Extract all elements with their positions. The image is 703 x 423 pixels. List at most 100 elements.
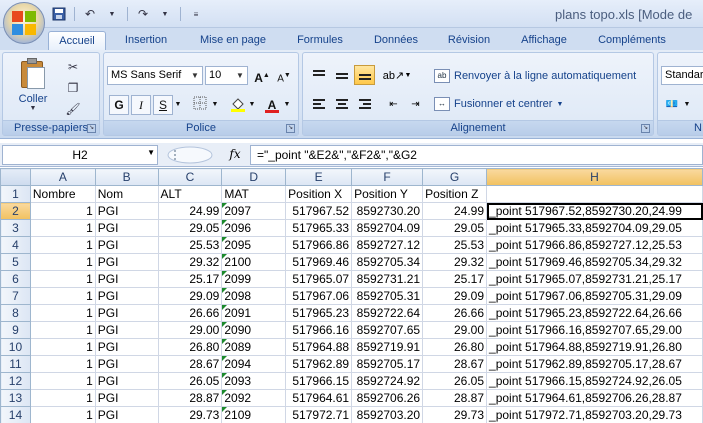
name-box[interactable]: H2 ▼ — [2, 145, 158, 165]
cell[interactable]: 8592704.09 — [351, 219, 424, 237]
cell[interactable]: 2098 — [221, 287, 287, 305]
align-center-icon[interactable] — [331, 94, 352, 114]
customize-qat-icon[interactable]: ≡ — [187, 5, 205, 23]
tab-complements[interactable]: Compléments — [590, 31, 674, 50]
cell[interactable]: 29.05 — [422, 219, 488, 237]
orientation-dropdown-icon[interactable]: ▼ — [403, 65, 413, 85]
tab-revision[interactable]: Révision — [438, 31, 500, 50]
cell[interactable]: PGI — [94, 236, 159, 254]
column-header-c[interactable]: C — [157, 168, 223, 186]
cell[interactable]: 8592705.31 — [351, 287, 424, 305]
undo-icon[interactable]: ↶ — [81, 5, 99, 23]
cell[interactable]: 517966.86 — [285, 236, 353, 254]
wrap-text-button[interactable]: ab Renvoyer à la ligne automatiquement — [434, 69, 636, 83]
cell[interactable]: PGI — [94, 202, 159, 220]
cell[interactable]: PGI — [94, 219, 159, 237]
cell[interactable]: 28.67 — [157, 355, 223, 373]
cell[interactable]: PGI — [94, 372, 159, 390]
cell[interactable]: 8592707.65 — [351, 321, 424, 339]
font-color-dropdown-icon[interactable]: ▼ — [282, 95, 292, 115]
row-header[interactable]: 7 — [0, 287, 31, 305]
cell[interactable]: 29.09 — [422, 287, 488, 305]
cell[interactable]: MAT — [221, 185, 287, 203]
column-header-e[interactable]: E — [285, 168, 353, 186]
cell[interactable]: 1 — [29, 389, 96, 407]
copy-icon[interactable]: ❐ — [65, 80, 81, 96]
cell[interactable]: PGI — [94, 270, 159, 288]
cell[interactable]: 517965.07 — [285, 270, 353, 288]
tab-accueil[interactable]: Accueil — [48, 31, 106, 50]
cell[interactable]: 1 — [29, 287, 96, 305]
cell[interactable]: 8592719.91 — [351, 338, 424, 356]
cell[interactable]: _point 517965.23,8592722.64,26.66 — [486, 304, 703, 322]
cell[interactable]: 1 — [29, 372, 96, 390]
underline-dropdown-icon[interactable]: ▼ — [173, 95, 183, 115]
align-left-icon[interactable] — [308, 94, 329, 114]
save-icon[interactable] — [50, 5, 68, 23]
cell[interactable]: 8592706.26 — [351, 389, 424, 407]
cell[interactable]: 2090 — [221, 321, 287, 339]
italic-button[interactable]: I — [131, 95, 151, 115]
cell[interactable]: 1 — [29, 321, 96, 339]
borders-dropdown-icon[interactable]: ▼ — [210, 95, 220, 115]
cut-icon[interactable]: ✂ — [65, 59, 81, 75]
cell[interactable]: 26.05 — [422, 372, 488, 390]
align-bottom-icon[interactable] — [354, 65, 375, 85]
cell[interactable]: 2093 — [221, 372, 287, 390]
cell[interactable]: 2095 — [221, 236, 287, 254]
row-header[interactable]: 13 — [0, 389, 31, 407]
cell[interactable]: PGI — [94, 287, 159, 305]
cell[interactable]: PGI — [94, 338, 159, 356]
cell[interactable]: 517972.71 — [285, 406, 353, 423]
row-header[interactable]: 10 — [0, 338, 31, 356]
underline-button[interactable]: S — [153, 95, 173, 115]
align-top-icon[interactable] — [308, 65, 329, 85]
cell[interactable]: 517967.06 — [285, 287, 353, 305]
cell[interactable]: 2091 — [221, 304, 287, 322]
cell[interactable]: 8592730.20 — [351, 202, 424, 220]
cell[interactable]: Nom — [94, 185, 159, 203]
row-header[interactable]: 12 — [0, 372, 31, 390]
formula-resize-handle-icon[interactable] — [165, 145, 215, 165]
cell[interactable]: 29.32 — [157, 253, 223, 271]
cell[interactable]: 8592727.12 — [351, 236, 424, 254]
paste-dropdown-icon[interactable]: ▼ — [13, 105, 53, 112]
cell[interactable]: 517964.88 — [285, 338, 353, 356]
font-color-icon[interactable]: A — [262, 95, 282, 115]
cell[interactable]: 2089 — [221, 338, 287, 356]
row-header[interactable]: 14 — [0, 406, 31, 423]
cell[interactable]: 26.05 — [157, 372, 223, 390]
row-header[interactable]: 6 — [0, 270, 31, 288]
cell[interactable]: PGI — [94, 389, 159, 407]
cell[interactable]: 29.05 — [157, 219, 223, 237]
undo-dropdown-icon[interactable]: ▼ — [103, 5, 121, 23]
cell[interactable]: ALT — [157, 185, 223, 203]
row-header[interactable]: 11 — [0, 355, 31, 373]
cell[interactable]: Position Z — [422, 185, 488, 203]
redo-icon[interactable]: ↷ — [134, 5, 152, 23]
cell[interactable]: 28.67 — [422, 355, 488, 373]
currency-icon[interactable]: 💶 — [662, 95, 682, 115]
increase-indent-icon[interactable]: ⇥ — [405, 94, 426, 114]
cell[interactable]: 1 — [29, 355, 96, 373]
cell[interactable]: 517965.23 — [285, 304, 353, 322]
tab-formules[interactable]: Formules — [289, 31, 351, 50]
cell[interactable]: 2094 — [221, 355, 287, 373]
office-button[interactable] — [3, 2, 45, 44]
row-header[interactable]: 1 — [0, 185, 31, 203]
tab-affichage[interactable]: Affichage — [512, 31, 576, 50]
column-header-d[interactable]: D — [221, 168, 287, 186]
cell[interactable]: Nombre — [29, 185, 96, 203]
merge-center-button[interactable]: ↔ Fusionner et centrer ▼ — [434, 97, 563, 111]
cell[interactable]: _point 517972.71,8592703.20,29.73 — [486, 406, 703, 423]
redo-dropdown-icon[interactable]: ▼ — [156, 5, 174, 23]
cell[interactable]: Position Y — [351, 185, 424, 203]
column-header-f[interactable]: F — [351, 168, 424, 186]
column-header-g[interactable]: G — [422, 168, 488, 186]
row-header[interactable]: 2 — [0, 202, 31, 220]
cell[interactable]: 1 — [29, 236, 96, 254]
cell[interactable]: _point 517969.46,8592705.34,29.32 — [486, 253, 703, 271]
cell[interactable]: 25.17 — [157, 270, 223, 288]
row-header[interactable]: 3 — [0, 219, 31, 237]
cell[interactable]: 1 — [29, 202, 96, 220]
